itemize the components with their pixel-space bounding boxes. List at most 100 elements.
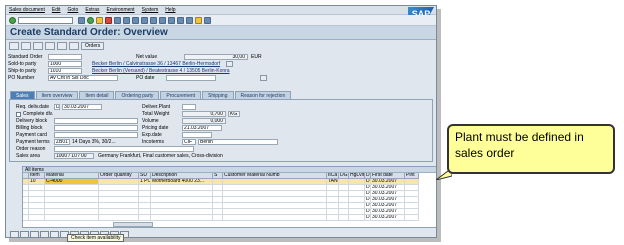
po-date-field[interactable] bbox=[166, 75, 216, 81]
menu-sales-document[interactable]: Sales document bbox=[9, 7, 45, 13]
pricing-date-field[interactable]: 21.03.2007 bbox=[182, 125, 222, 131]
po-details-icon[interactable] bbox=[260, 75, 267, 81]
payment-terms-description: 14 Days 3%, 30/2... bbox=[72, 139, 116, 145]
tab-item-overview[interactable]: Item overview bbox=[35, 91, 79, 99]
tab-item-detail[interactable]: Item detail bbox=[79, 91, 115, 99]
texts-icon[interactable] bbox=[57, 41, 67, 50]
volume-field: 0,000 bbox=[182, 118, 226, 124]
order-header: Standard Order Net value 30,00 EUR Sold-… bbox=[8, 52, 434, 85]
currency-label: EUR bbox=[251, 54, 262, 60]
po-number-label: PO Number bbox=[8, 75, 35, 81]
shortcut-icon[interactable] bbox=[186, 16, 193, 24]
partner-icon[interactable] bbox=[45, 41, 55, 50]
standard-order-label: Standard Order bbox=[8, 54, 43, 60]
application-toolbar: Orders bbox=[6, 40, 436, 51]
last-page-icon[interactable] bbox=[168, 16, 175, 24]
item-details-icon[interactable] bbox=[10, 230, 19, 237]
table-cell[interactable] bbox=[213, 215, 223, 221]
incoterms-place-field[interactable]: Berlin bbox=[198, 139, 278, 145]
order-reason-field[interactable] bbox=[54, 146, 194, 152]
req-deliv-date-label: Req. deliv.date bbox=[16, 104, 49, 110]
plant-callout: Plant must be defined in sales order bbox=[447, 124, 615, 174]
sales-area-field: 1000 / 10 / 00 bbox=[54, 153, 94, 159]
new-session-icon[interactable] bbox=[177, 16, 184, 24]
volume-label: Volume bbox=[142, 118, 159, 124]
payment-card-field[interactable] bbox=[54, 132, 138, 138]
menu-extras[interactable]: Extras bbox=[85, 7, 99, 13]
previous-page-icon[interactable] bbox=[150, 16, 157, 24]
table-cell[interactable] bbox=[99, 215, 139, 221]
incoterms-field[interactable]: CIF bbox=[182, 139, 196, 145]
table-cell[interactable] bbox=[327, 215, 339, 221]
table-cell[interactable] bbox=[405, 215, 419, 221]
req-deliv-date-field[interactable]: 30.03.2007 bbox=[62, 104, 102, 110]
payment-terms-field[interactable]: ZB01 bbox=[54, 139, 70, 145]
delivery-block-label: Delivery block bbox=[16, 118, 48, 124]
menu-edit[interactable]: Edit bbox=[52, 7, 61, 13]
select-all-icon[interactable] bbox=[20, 230, 29, 237]
address-details-icon[interactable] bbox=[226, 61, 234, 67]
display-header-icon[interactable] bbox=[9, 41, 19, 50]
ship-to-party-field[interactable]: 1010 bbox=[48, 68, 82, 74]
orders-button[interactable]: Orders bbox=[81, 41, 105, 50]
po-number-field[interactable]: Av Cht in Sls Doc bbox=[48, 75, 118, 81]
help-icon[interactable] bbox=[195, 16, 202, 24]
exp-date-label: Exp.date bbox=[142, 132, 162, 138]
table-cell[interactable] bbox=[139, 215, 151, 221]
req-deliv-date-prefix[interactable]: D bbox=[54, 104, 60, 110]
deliver-plant-field[interactable] bbox=[182, 104, 196, 110]
tab-reason-for-rejection[interactable]: Reason for rejection bbox=[234, 91, 292, 99]
title-bar: Create Standard Order: Overview bbox=[6, 26, 436, 40]
layout-menu-icon[interactable] bbox=[204, 16, 211, 24]
table-cell[interactable] bbox=[151, 215, 213, 221]
tab-sales[interactable]: Sales bbox=[10, 91, 35, 99]
next-page-icon[interactable] bbox=[159, 16, 166, 24]
table-cell[interactable] bbox=[223, 215, 327, 221]
back-icon[interactable] bbox=[87, 16, 94, 24]
standard-order-field[interactable] bbox=[48, 54, 82, 60]
menu-bar: Sales document Edit Goto Extras Environm… bbox=[6, 6, 436, 15]
complete-delivery-checkbox[interactable] bbox=[16, 111, 21, 117]
menu-system[interactable]: System bbox=[142, 7, 159, 13]
exp-date-field[interactable] bbox=[182, 132, 212, 138]
check-availability-tooltip: Check item availability bbox=[67, 234, 125, 242]
page-title: Create Standard Order: Overview bbox=[10, 27, 168, 38]
po-date-label: PO date bbox=[136, 75, 155, 81]
sort-ascending-icon[interactable] bbox=[50, 230, 59, 237]
print-icon[interactable] bbox=[114, 16, 121, 24]
payment-card-label: Payment card bbox=[16, 132, 47, 138]
header-details-icon[interactable] bbox=[21, 41, 31, 50]
item-details-icon[interactable] bbox=[33, 41, 43, 50]
deselect-all-icon[interactable] bbox=[30, 230, 39, 237]
tab-procurement[interactable]: Procurement bbox=[160, 91, 202, 99]
first-page-icon[interactable] bbox=[141, 16, 148, 24]
find-icon[interactable] bbox=[123, 16, 130, 24]
table-row[interactable]: D 30.03.2007 bbox=[23, 215, 436, 221]
enter-icon[interactable] bbox=[9, 16, 16, 24]
save-icon[interactable] bbox=[78, 16, 85, 24]
items-table: All items Item Material Order quantity S… bbox=[22, 166, 436, 228]
tab-ordering-party[interactable]: Ordering party bbox=[115, 91, 160, 99]
menu-environment[interactable]: Environment bbox=[107, 7, 135, 13]
table-cell[interactable]: 30.03.2007 bbox=[371, 215, 405, 221]
menu-help[interactable]: Help bbox=[165, 7, 175, 13]
table-cell[interactable] bbox=[339, 215, 349, 221]
delivery-block-field[interactable] bbox=[54, 118, 138, 124]
tab-shipping[interactable]: Shipping bbox=[202, 91, 234, 99]
sold-to-party-field[interactable]: 1000 bbox=[48, 61, 82, 67]
sap-window: Sales document Edit Goto Extras Environm… bbox=[5, 5, 437, 238]
billing-block-field[interactable] bbox=[54, 125, 138, 131]
menu-goto[interactable]: Goto bbox=[67, 7, 78, 13]
pricing-icon[interactable] bbox=[69, 41, 79, 50]
table-cell[interactable] bbox=[45, 215, 99, 221]
exit-icon[interactable] bbox=[96, 16, 103, 24]
cancel-icon[interactable] bbox=[105, 16, 112, 24]
total-weight-unit: KG bbox=[228, 111, 240, 117]
delete-item-icon[interactable] bbox=[40, 230, 49, 237]
horizontal-scrollbar[interactable] bbox=[113, 222, 153, 227]
order-reason-label: Order reason bbox=[16, 146, 46, 152]
table-cell[interactable] bbox=[349, 215, 365, 221]
find-next-icon[interactable] bbox=[132, 16, 139, 24]
table-cell[interactable] bbox=[29, 215, 45, 221]
command-field[interactable] bbox=[18, 16, 73, 24]
